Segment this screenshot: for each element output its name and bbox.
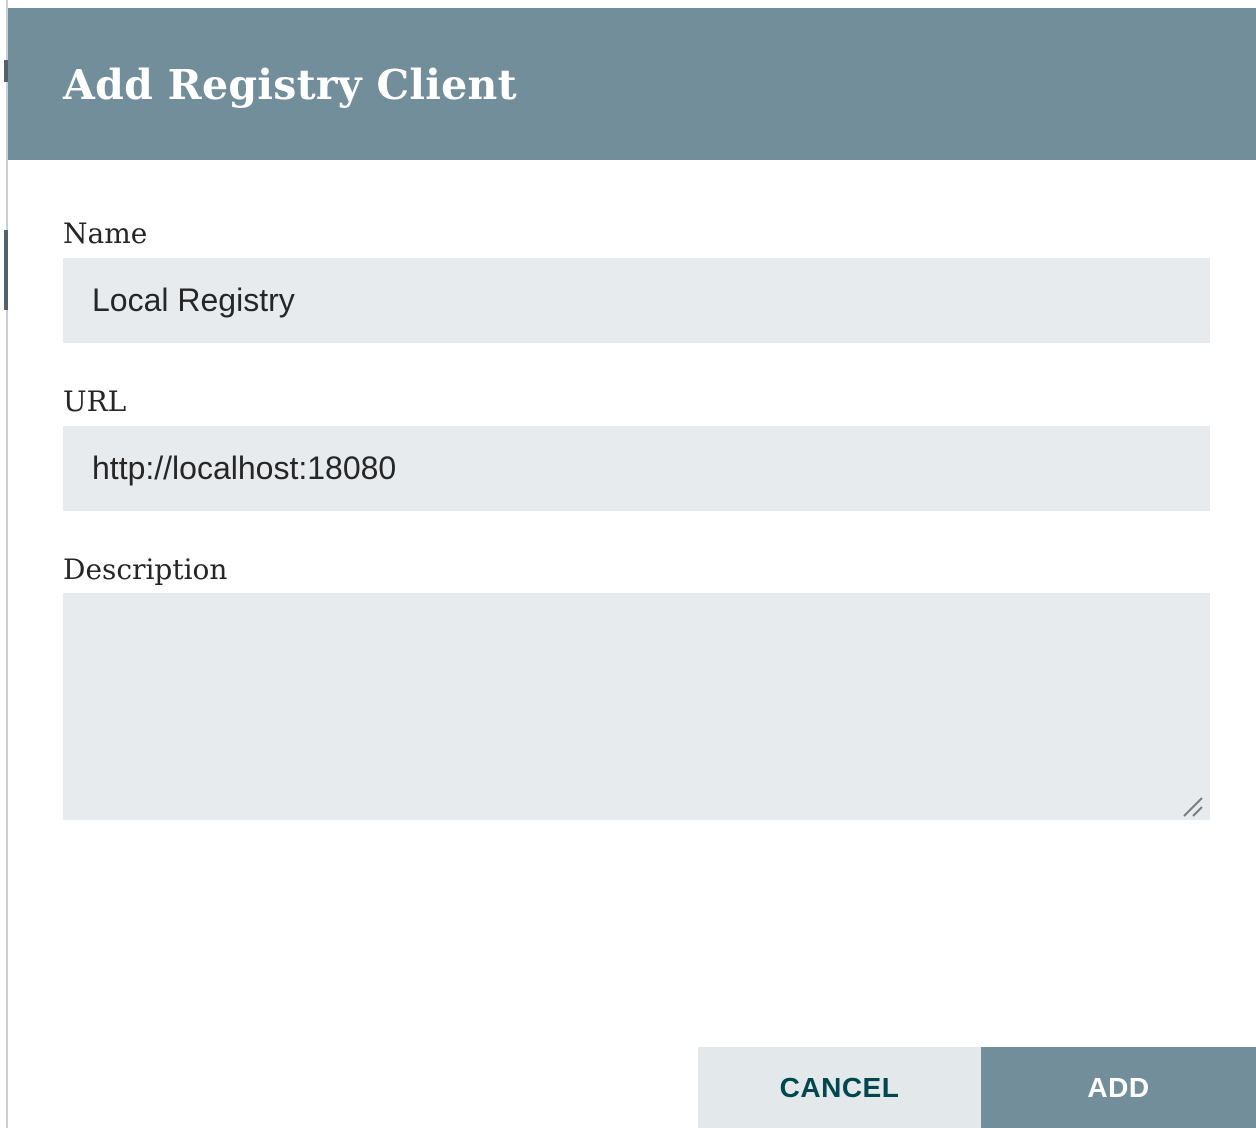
name-label: Name	[63, 217, 148, 250]
add-registry-client-dialog: Add Registry Client Name URL Description…	[8, 8, 1256, 1128]
cancel-button[interactable]: CANCEL	[698, 1047, 981, 1128]
background-window-edge	[0, 0, 8, 1128]
add-button[interactable]: ADD	[981, 1047, 1256, 1128]
url-label: URL	[63, 385, 127, 418]
dialog-header: Add Registry Client	[8, 8, 1256, 160]
description-label: Description	[63, 553, 228, 586]
url-input[interactable]	[63, 426, 1210, 511]
dialog-title: Add Registry Client	[63, 61, 517, 109]
name-input[interactable]	[63, 258, 1210, 343]
resize-grip-icon[interactable]	[1182, 796, 1204, 818]
description-textarea[interactable]	[63, 593, 1210, 820]
